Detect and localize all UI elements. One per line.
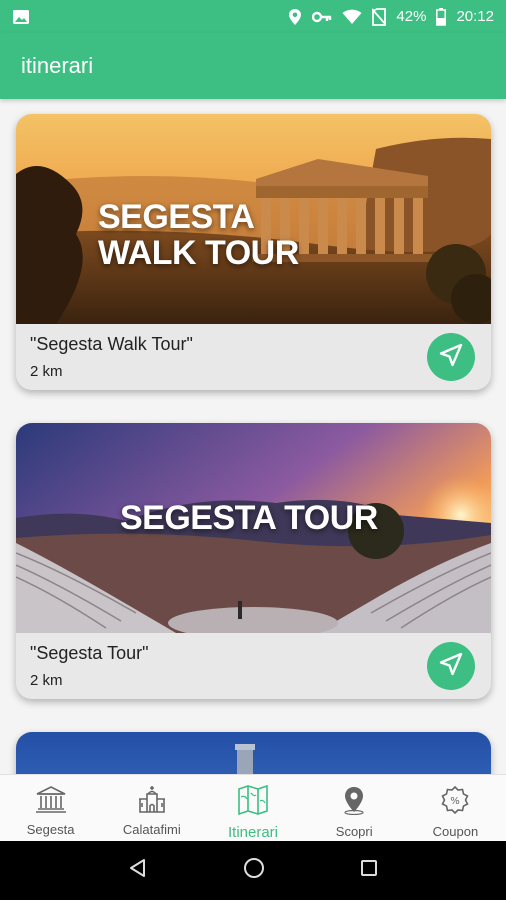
wifi-icon	[342, 9, 362, 25]
tour-card[interactable]: SEGESTA TOUR "Segesta Tour" 2 km	[16, 423, 491, 699]
nav-label: Coupon	[432, 824, 479, 839]
tour-name: "Segesta Walk Tour"	[30, 334, 193, 354]
tour-image	[16, 732, 491, 774]
no-sim-icon	[372, 7, 387, 26]
tour-overlay-title: SEGESTA	[98, 198, 255, 236]
status-bar: 42% 20:12	[0, 0, 506, 33]
tour-overlay-title: SEGESTA TOUR	[120, 499, 378, 537]
tour-info: "Segesta Walk Tour" 2 km	[16, 324, 491, 390]
recents-icon[interactable]	[360, 859, 378, 882]
svg-text:%: %	[451, 796, 461, 807]
tour-card[interactable]	[16, 732, 491, 774]
tour-name: "Segesta Tour"	[30, 643, 149, 663]
page-title: itinerari	[21, 53, 94, 78]
map-icon	[237, 784, 269, 820]
tour-overlay-title: WALK TOUR	[98, 233, 299, 272]
church-icon	[136, 785, 168, 818]
back-icon[interactable]	[128, 858, 148, 883]
navigate-button[interactable]	[427, 333, 475, 381]
battery-percent: 42%	[396, 8, 427, 25]
system-navigation-bar	[0, 841, 506, 900]
tour-card[interactable]: SEGESTA WALK TOUR "Segesta Walk Tour" 2 …	[16, 114, 491, 390]
temple-icon	[35, 785, 67, 818]
vpn-key-icon	[312, 10, 332, 24]
navigation-arrow-icon	[438, 651, 464, 682]
nav-label: Scopri	[335, 824, 373, 839]
clock: 20:12	[456, 8, 494, 25]
navigate-button[interactable]	[427, 642, 475, 690]
tour-image: SEGESTA WALK TOUR	[16, 114, 491, 324]
nav-item-itinerari[interactable]: Itinerari	[202, 775, 303, 841]
location-icon	[288, 8, 302, 26]
nav-item-segesta[interactable]: Segesta	[0, 775, 101, 841]
nav-label: Itinerari	[227, 824, 279, 841]
navigation-arrow-icon	[438, 342, 464, 373]
tour-distance: 2 km	[30, 363, 63, 380]
location-pin-icon	[338, 785, 370, 820]
screen: 42% 20:12 itinerari SEGESTA WALK TOUR "S…	[0, 0, 506, 900]
nav-item-calatafimi[interactable]: Calatafimi	[101, 775, 202, 841]
tour-distance: 2 km	[30, 672, 63, 689]
nav-item-coupon[interactable]: % Coupon	[405, 775, 506, 841]
image-notification-icon	[12, 8, 30, 26]
nav-label: Segesta	[26, 822, 75, 837]
nav-label: Calatafimi	[122, 822, 181, 837]
app-bar: itinerari	[0, 33, 506, 99]
coupon-badge-icon: %	[439, 785, 471, 820]
home-icon[interactable]	[243, 857, 265, 884]
nav-item-scopri[interactable]: Scopri	[304, 775, 405, 841]
bottom-navigation: Segesta Calatafimi Itinerari Scopri % Co…	[0, 774, 506, 841]
tour-image: SEGESTA TOUR	[16, 423, 491, 633]
itinerary-list[interactable]: SEGESTA WALK TOUR "Segesta Walk Tour" 2 …	[0, 99, 506, 774]
battery-icon	[436, 7, 447, 26]
tour-info: "Segesta Tour" 2 km	[16, 633, 491, 699]
